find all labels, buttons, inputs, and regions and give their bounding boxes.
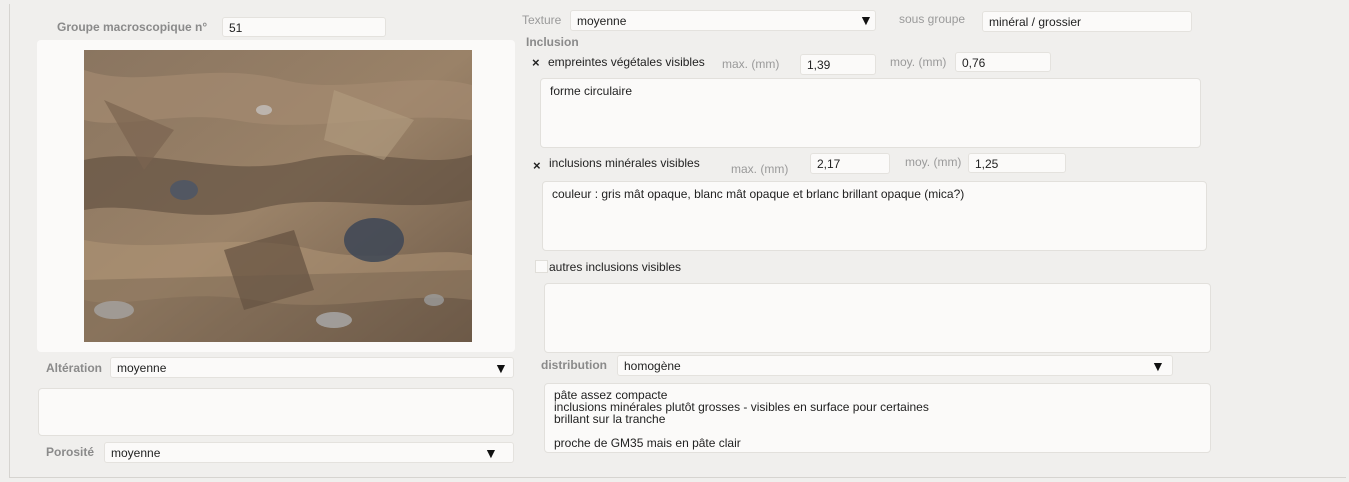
distribution-label: distribution (541, 358, 607, 372)
checkbox-vegetales[interactable]: × (532, 55, 540, 70)
chevron-down-icon[interactable]: ▼ (484, 446, 498, 460)
sample-photo (84, 50, 472, 342)
vegetales-moy-label: moy. (mm) (890, 55, 947, 69)
sous-groupe-field[interactable]: minéral / grossier (982, 11, 1192, 32)
groupe-label: Groupe macroscopique n° (57, 20, 208, 34)
alteration-label: Altération (46, 361, 103, 375)
texture-label: Texture (522, 13, 562, 27)
minerales-max-label: max. (mm) (731, 162, 789, 176)
minerales-moy-field[interactable]: 1,25 (968, 153, 1066, 173)
distribution-select[interactable]: homogène (617, 355, 1173, 376)
minerales-moy-label: moy. (mm) (905, 155, 962, 169)
checkbox-autres[interactable] (535, 260, 548, 273)
chevron-down-icon[interactable]: ▼ (1151, 359, 1165, 373)
porosite-select[interactable]: moyenne (104, 442, 514, 463)
vegetales-moy-field[interactable]: 0,76 (955, 52, 1051, 72)
groupe-number-field[interactable]: 51 (222, 17, 386, 37)
checkbox-minerales[interactable]: × (533, 158, 541, 173)
vegetales-max-field[interactable]: 1,39 (800, 54, 876, 75)
minerales-label: inclusions minérales visibles (549, 156, 700, 170)
chevron-down-icon[interactable]: ▼ (859, 13, 873, 27)
sous-groupe-label: sous groupe (899, 12, 966, 26)
inclusion-heading: Inclusion (526, 35, 579, 49)
vegetales-notes[interactable]: forme circulaire (540, 78, 1201, 148)
alteration-select[interactable]: moyenne (110, 357, 514, 378)
minerales-max-field[interactable]: 2,17 (810, 153, 890, 174)
autres-notes[interactable] (544, 283, 1211, 353)
texture-select[interactable]: moyenne (570, 10, 876, 31)
alteration-notes[interactable] (38, 388, 514, 436)
porosite-label: Porosité (46, 445, 95, 459)
minerales-notes[interactable]: couleur : gris mât opaque, blanc mât opa… (542, 181, 1207, 251)
vegetales-max-label: max. (mm) (722, 57, 780, 71)
vegetales-label: empreintes végétales visibles (548, 55, 705, 69)
description-notes[interactable]: pâte assez compacte inclusions minérales… (544, 383, 1211, 453)
chevron-down-icon[interactable]: ▼ (494, 361, 508, 375)
autres-label: autres inclusions visibles (549, 260, 682, 274)
